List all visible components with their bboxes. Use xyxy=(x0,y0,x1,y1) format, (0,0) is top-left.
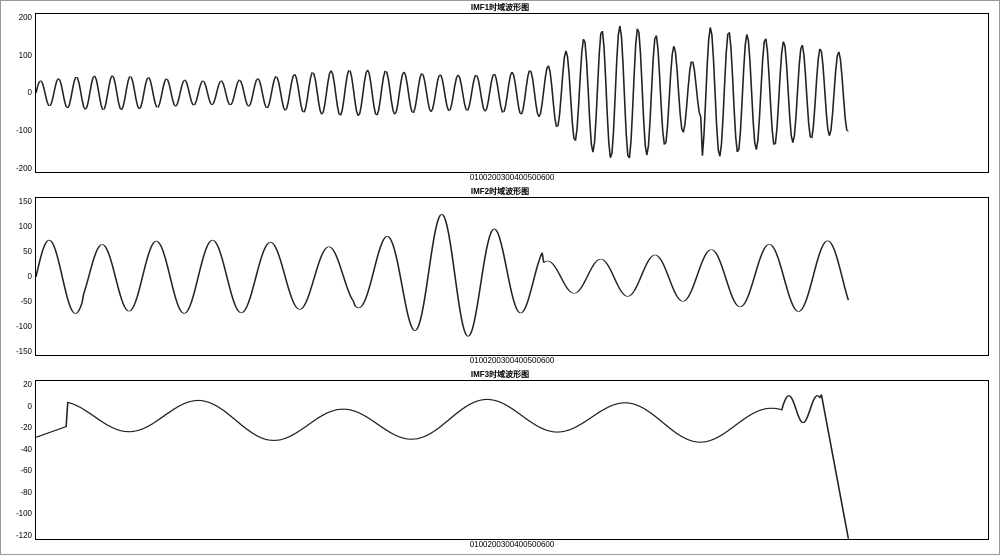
chart-imf2: IMF2时域波形图 150 100 50 0 -50 -100 -150 0 1… xyxy=(5,187,995,369)
chart-imf3: IMF3时域波形图 20 0 -20 -40 -60 -80 -100 -120… xyxy=(5,370,995,552)
chart3-yaxis: 20 0 -20 -40 -60 -80 -100 -120 xyxy=(5,380,35,540)
chart1-axes xyxy=(35,13,989,173)
chart2-title: IMF2时域波形图 xyxy=(471,187,529,197)
chart2-axes xyxy=(35,197,989,357)
chart1-title: IMF1时域波形图 xyxy=(471,3,529,13)
chart1-yaxis: 200 100 0 -100 -200 xyxy=(5,13,35,173)
figure-window: IMF1时域波形图 200 100 0 -100 -200 0 100 200 … xyxy=(0,0,1000,555)
chart2-xaxis: 0 100 200 300 400 500 600 xyxy=(470,356,555,368)
chart2-yaxis: 150 100 50 0 -50 -100 -150 xyxy=(5,197,35,357)
chart3-title: IMF3时域波形图 xyxy=(471,370,529,380)
chart-imf1: IMF1时域波形图 200 100 0 -100 -200 0 100 200 … xyxy=(5,3,995,185)
chart1-xaxis: 0 100 200 300 400 500 600 xyxy=(470,173,555,185)
chart3-xaxis: 0 100 200 300 400 500 600 xyxy=(470,540,555,552)
chart3-axes xyxy=(35,380,989,540)
